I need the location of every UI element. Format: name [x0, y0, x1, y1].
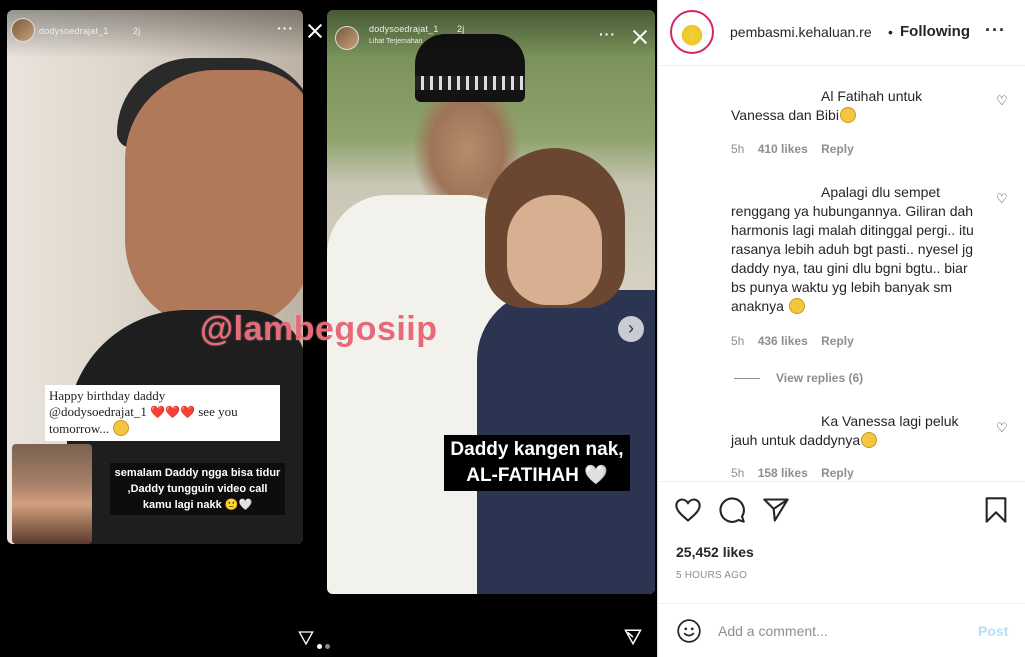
- comments-list[interactable]: Al Fatihah untuk Vanessa dan Bibi ♡ 5h 4…: [658, 67, 1025, 480]
- comment-meta: 5h 410 likes Reply: [731, 142, 854, 156]
- avatar[interactable]: [670, 10, 714, 54]
- comment-like-heart-icon[interactable]: ♡: [996, 93, 1010, 108]
- carousel-next-button[interactable]: ›: [618, 316, 644, 342]
- sad-face-icon: [788, 298, 805, 314]
- story-sticker-text: semalam Daddy ngga bisa tidur ,Daddy tun…: [110, 463, 285, 515]
- story-translate-link: Lihat Terjemahan: [369, 38, 423, 45]
- share-icon[interactable]: [762, 496, 790, 524]
- caption-line-1: Happy birthday daddy: [49, 388, 166, 403]
- comment-reply-button[interactable]: Reply: [821, 142, 854, 156]
- comment-body: Al Fatihah untuk Vanessa dan Bibi: [731, 88, 923, 123]
- sticker-line-1: Daddy kangen nak,: [450, 439, 624, 460]
- caption-line-3: tomorrow...: [49, 421, 110, 436]
- comment-input[interactable]: [718, 618, 958, 644]
- woman-face: [507, 195, 602, 305]
- caption-hearts: ❤️❤️❤️: [150, 405, 195, 419]
- comment-reply-button[interactable]: Reply: [821, 466, 854, 480]
- sad-face-icon: [839, 107, 856, 123]
- video-call-thumbnail: [12, 444, 92, 544]
- pager-dot: [325, 644, 330, 649]
- comment-like-heart-icon[interactable]: ♡: [996, 420, 1010, 435]
- separator-bullet: •: [888, 24, 893, 40]
- post-timestamp: 5 HOURS AGO: [676, 570, 748, 581]
- story-screenshot-right: dodysoedrajat_1 2j Lihat Terjemahan ···: [327, 10, 655, 594]
- hug-emoji-icon: [113, 420, 130, 436]
- more-options-icon[interactable]: ···: [985, 20, 1006, 41]
- comment-likes[interactable]: 436 likes: [758, 334, 808, 348]
- comment-text: Apalagi dlu sempet renggang ya hubungann…: [731, 183, 976, 316]
- story-time: 2j: [133, 26, 141, 36]
- comment-text: Ka Vanessa lagi peluk jauh untuk daddyny…: [731, 412, 976, 450]
- carousel-pager: [317, 636, 333, 654]
- story-time: 2j: [457, 24, 465, 34]
- comment-body: Apalagi dlu sempet renggang ya hubungann…: [731, 184, 974, 314]
- post-actions: 25,452 likes 5 HOURS AGO: [658, 481, 1025, 611]
- share-icon: [298, 631, 314, 646]
- comment-time: 5h: [731, 142, 745, 156]
- story-sticker-daddy: Daddy kangen nak, AL-FATIHAH 🤍: [444, 435, 630, 491]
- halo-smile-face-icon: [861, 432, 878, 448]
- emoji-smile-icon[interactable]: [676, 618, 702, 644]
- post-header: pembasmi.kehaluan.re • Following ···: [658, 0, 1025, 66]
- following-button[interactable]: Following: [900, 23, 970, 40]
- comment-icon[interactable]: [718, 496, 746, 524]
- replies-divider: [734, 378, 760, 380]
- story-username: dodysoedrajat_1: [39, 26, 109, 36]
- comment-meta: 5h 158 likes Reply: [731, 466, 854, 480]
- story-more-icon: ···: [599, 26, 616, 42]
- comment-reply-button[interactable]: Reply: [821, 334, 854, 348]
- story-screenshot-left: dodysoedrajat_1 2j ··· Happy birthday da…: [7, 10, 303, 544]
- comment-likes[interactable]: 158 likes: [758, 466, 808, 480]
- close-icon[interactable]: [306, 22, 324, 40]
- sticker-line-2: AL-FATIHAH 🤍: [466, 465, 608, 486]
- add-comment-bar: Post: [658, 603, 1025, 657]
- avatar-image: [676, 16, 708, 48]
- man-cap-band: [415, 76, 525, 90]
- comment-time: 5h: [731, 466, 745, 480]
- likes-count[interactable]: 25,452 likes: [676, 544, 754, 560]
- heart-icon[interactable]: [674, 496, 702, 524]
- caption-line-2-wrap: @dodysoedrajat_1 ❤️❤️❤️ see you: [49, 404, 276, 420]
- comment-time: 5h: [731, 334, 745, 348]
- caption-mention: @dodysoedrajat_1: [49, 404, 147, 419]
- comment-likes[interactable]: 410 likes: [758, 142, 808, 156]
- pager-dot-active: [317, 644, 322, 649]
- comment-text: Al Fatihah untuk Vanessa dan Bibi: [731, 87, 976, 125]
- comment-body: Ka Vanessa lagi peluk jauh untuk daddyny…: [731, 413, 959, 448]
- view-replies-label: View replies (6): [776, 371, 864, 385]
- post-media[interactable]: dodysoedrajat_1 2j ··· Happy birthday da…: [0, 0, 657, 657]
- person-face: [125, 70, 303, 330]
- share-icon: [624, 629, 642, 646]
- story-username: dodysoedrajat_1: [369, 24, 439, 34]
- story-caption: Happy birthday daddy @dodysoedrajat_1 ❤️…: [45, 385, 280, 441]
- story-avatar: [335, 26, 359, 50]
- post-side-panel: pembasmi.kehaluan.re • Following ··· Al …: [657, 0, 1025, 657]
- post-comment-button[interactable]: Post: [978, 623, 1008, 639]
- post-username[interactable]: pembasmi.kehaluan.re: [730, 24, 886, 40]
- view-replies-button[interactable]: View replies (6): [734, 371, 863, 385]
- story-close-icon: [631, 28, 649, 46]
- watermark-text: @lambegosiip: [200, 310, 438, 348]
- comment-meta: 5h 436 likes Reply: [731, 334, 854, 348]
- caption-line-3-wrap: tomorrow...: [49, 420, 276, 437]
- comment-like-heart-icon[interactable]: ♡: [996, 191, 1010, 206]
- story-more-icon: ···: [277, 20, 294, 36]
- caption-line-2-tail: see you: [198, 404, 238, 419]
- story-avatar: [11, 18, 35, 42]
- bookmark-icon[interactable]: [982, 496, 1010, 524]
